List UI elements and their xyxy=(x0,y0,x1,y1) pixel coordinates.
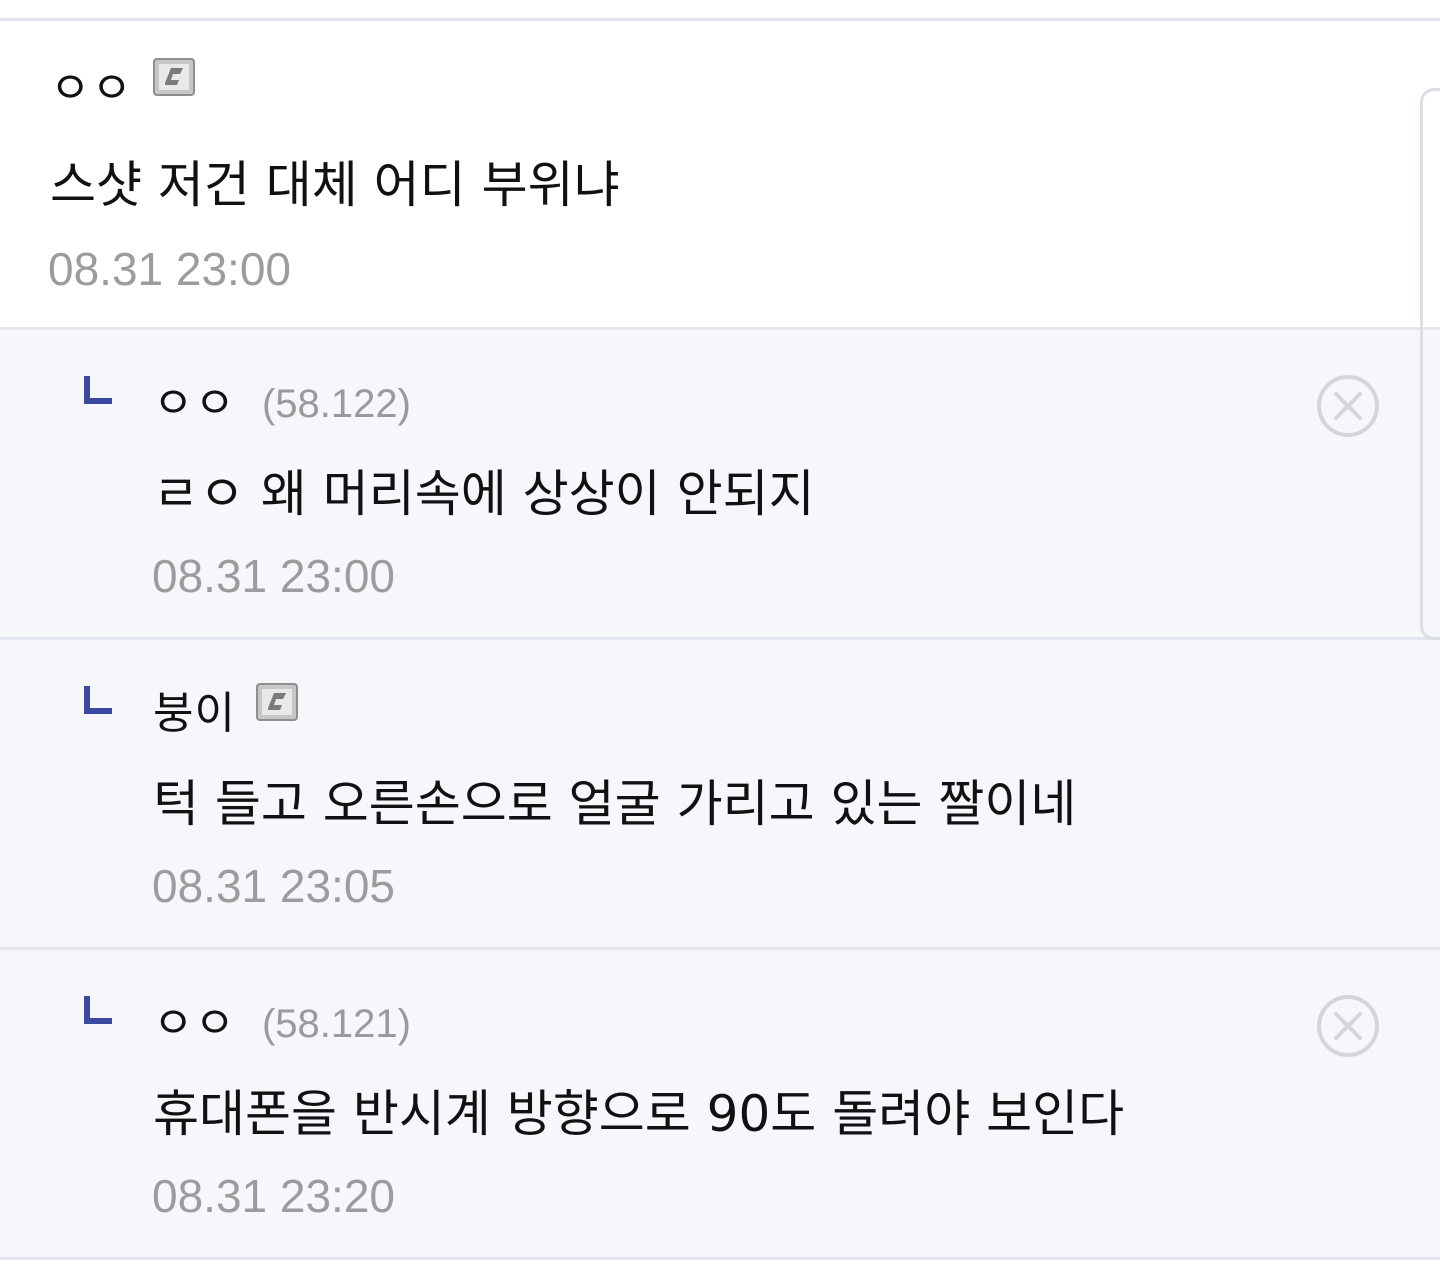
reply-item: ㅇㅇ (58.121) 휴대폰을 반시계 방향으로 90도 돌려야 보인다 08… xyxy=(0,950,1440,1260)
author-nickname[interactable]: ㅇㅇ xyxy=(153,992,236,1056)
author-nickname[interactable]: ㅇㅇ xyxy=(50,57,133,121)
comment-author: ㅇㅇ xyxy=(50,57,195,121)
comment-author: 붕이 xyxy=(153,682,298,746)
author-ip: (58.122) xyxy=(261,382,411,426)
fixed-nick-icon xyxy=(152,58,195,96)
comment-time: 08.31 23:05 xyxy=(152,860,396,912)
reply-arrow-icon xyxy=(84,996,112,1024)
comment-time: 08.31 23:20 xyxy=(152,1170,396,1222)
fixed-nick-icon xyxy=(255,683,298,721)
comment-time: 08.31 23:00 xyxy=(48,243,292,295)
delete-circle-x-icon[interactable] xyxy=(1316,994,1380,1058)
comment-text: 스샷 저건 대체 어디 부위냐 xyxy=(50,156,620,214)
comment-text: ㄹㅇ 왜 머리속에 상상이 안되지 xyxy=(153,465,815,523)
reply-item: 붕이 턱 들고 오른손으로 얼굴 가리고 있는 짤이네 08.31 23:05 xyxy=(0,640,1440,950)
comment-time: 08.31 23:00 xyxy=(152,550,396,602)
author-ip: (58.121) xyxy=(261,1002,411,1046)
comment-item: ㅇㅇ 스샷 저건 대체 어디 부위냐 08.31 23:00 xyxy=(0,21,1440,330)
side-panel-edge xyxy=(1420,88,1440,640)
comment-text: 휴대폰을 반시계 방향으로 90도 돌려야 보인다 xyxy=(153,1085,1125,1143)
comment-text: 턱 들고 오른손으로 얼굴 가리고 있는 짤이네 xyxy=(153,775,1077,833)
comment-author: ㅇㅇ (58.121) xyxy=(153,992,411,1056)
comment-author: ㅇㅇ (58.122) xyxy=(153,372,411,436)
author-nickname[interactable]: ㅇㅇ xyxy=(153,372,236,436)
delete-circle-x-icon[interactable] xyxy=(1316,374,1380,438)
reply-arrow-icon xyxy=(84,376,112,404)
author-nickname[interactable]: 붕이 xyxy=(153,682,236,746)
reply-item: ㅇㅇ (58.122) ㄹㅇ 왜 머리속에 상상이 안되지 08.31 23:0… xyxy=(0,330,1440,640)
reply-arrow-icon xyxy=(84,686,112,714)
